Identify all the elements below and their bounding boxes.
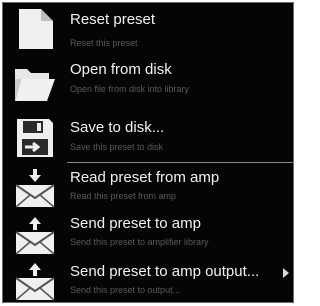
envelope-upload-icon xyxy=(15,263,55,301)
menu-item-save-to-disk[interactable]: Save to disk... Save this preset to disk xyxy=(3,109,293,161)
menu-item-open-from-disk[interactable]: Open from disk Open file from disk into … xyxy=(3,55,293,109)
envelope-download-icon xyxy=(15,169,55,208)
menu-item-label: Read preset from amp xyxy=(70,169,220,186)
menu-item-description: Send this preset to output... xyxy=(70,285,181,295)
menu-item-description: Read this preset from amp xyxy=(70,191,177,201)
menu-item-label: Send preset to amp output... xyxy=(70,263,260,280)
menu-item-label: Reset preset xyxy=(70,11,156,28)
menu-item-read-preset-from-amp[interactable]: Read preset from amp Read this preset fr… xyxy=(3,163,293,210)
menu-item-reset-preset[interactable]: Reset preset Reset this preset xyxy=(3,3,293,55)
menu-item-send-preset-to-amp[interactable]: Send preset to amp Send this preset to a… xyxy=(3,210,293,258)
new-document-icon xyxy=(19,9,53,49)
preset-context-menu: Reset preset Reset this preset Open from… xyxy=(2,2,294,303)
menu-item-description: Open file from disk into library xyxy=(70,84,190,94)
menu-item-description: Save this preset to disk xyxy=(70,142,164,152)
open-folder-icon xyxy=(15,69,55,101)
menu-item-label: Send preset to amp xyxy=(70,215,201,232)
menu-item-label: Save to disk... xyxy=(70,119,165,136)
menu-item-label: Open from disk xyxy=(70,61,172,78)
menu-item-description: Reset this preset xyxy=(70,38,138,48)
save-disk-icon xyxy=(17,119,53,157)
envelope-upload-icon xyxy=(15,217,55,255)
menu-item-send-preset-to-amp-output[interactable]: Send preset to amp output... Send this p… xyxy=(3,258,293,304)
menu-item-description: Send this preset to amplifier library xyxy=(70,237,209,247)
submenu-arrow-icon xyxy=(283,268,289,278)
